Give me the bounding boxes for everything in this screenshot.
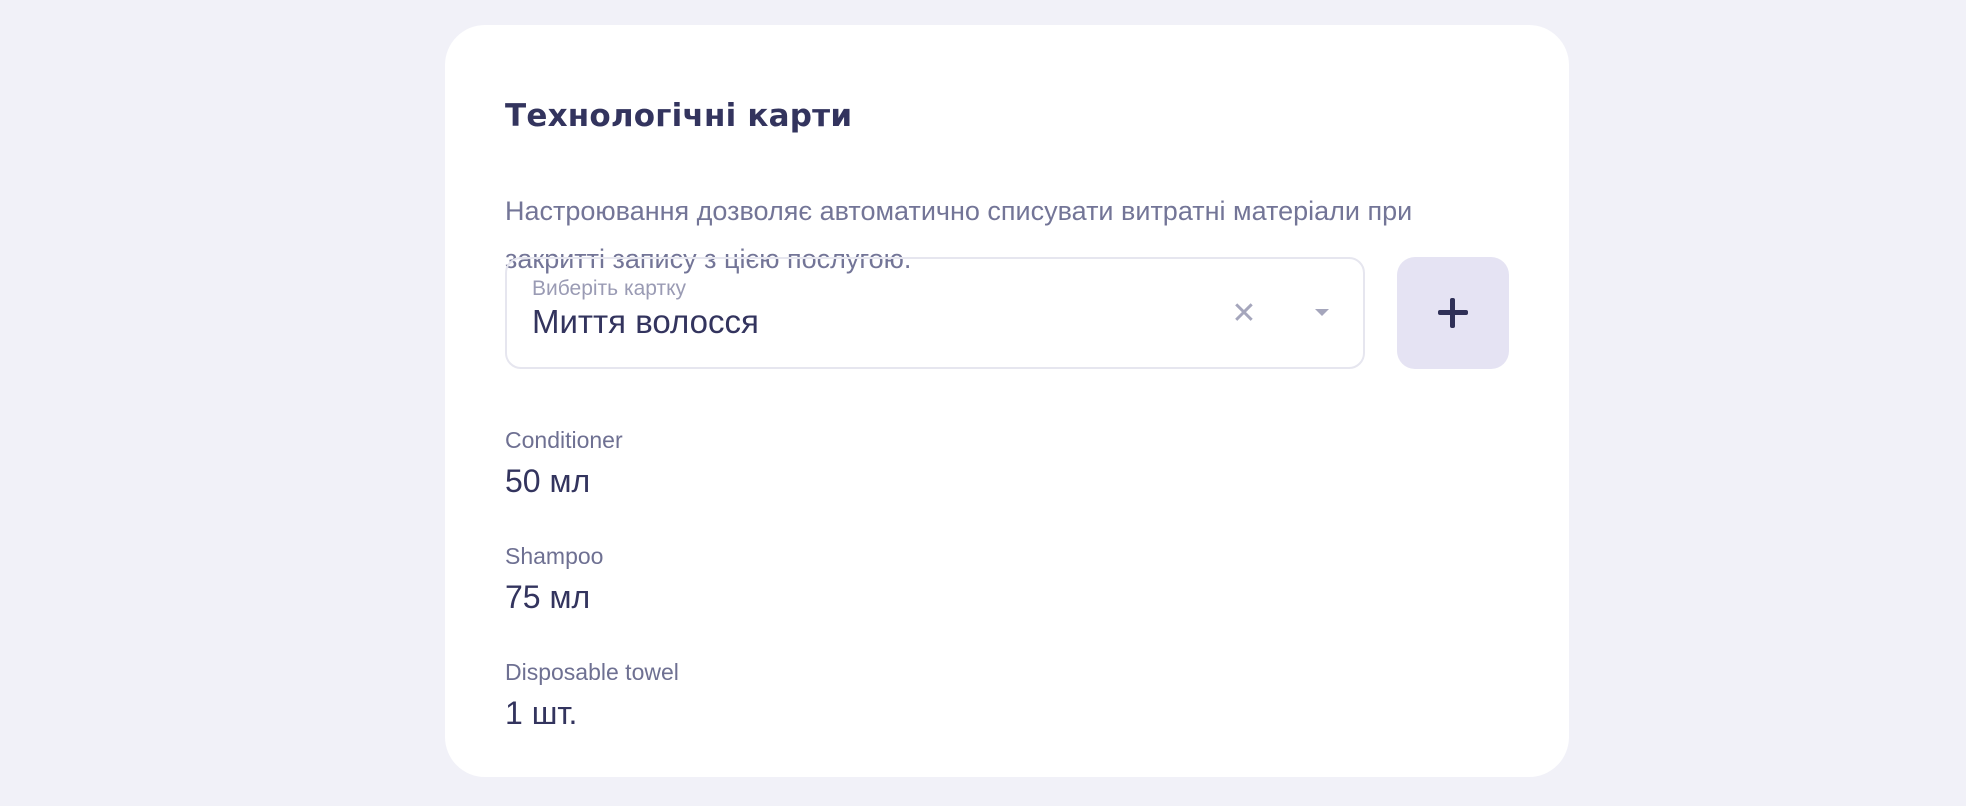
material-name: Shampoo [505, 543, 604, 569]
material-amount: 50 мл [505, 463, 591, 499]
add-card-button[interactable] [1397, 257, 1509, 369]
card-select-label: Виберіть картку [532, 277, 687, 300]
material-amount: 75 мл [505, 579, 591, 615]
chevron-down-icon[interactable] [1315, 309, 1329, 316]
material-name: Disposable towel [505, 659, 679, 685]
material-name: Conditioner [505, 427, 623, 453]
material-item: Disposable towel 1 шт. [505, 657, 1105, 773]
material-amount: 1 шт. [505, 695, 578, 731]
card-select-value: Миття волосся [532, 303, 759, 340]
material-item: Shampoo 75 мл [505, 541, 1105, 657]
tech-cards-panel: Технологічні карти Настроювання дозволяє… [445, 25, 1569, 777]
close-icon[interactable]: ✕ [1227, 295, 1261, 331]
card-select[interactable]: Виберіть картку Миття волосся ✕ [505, 257, 1365, 369]
material-item: Conditioner 50 мл [505, 425, 1105, 541]
plus-icon [1438, 298, 1468, 328]
materials-list: Conditioner 50 мл Shampoo 75 мл Disposab… [505, 425, 1105, 773]
card-title: Технологічні карти [505, 98, 853, 134]
